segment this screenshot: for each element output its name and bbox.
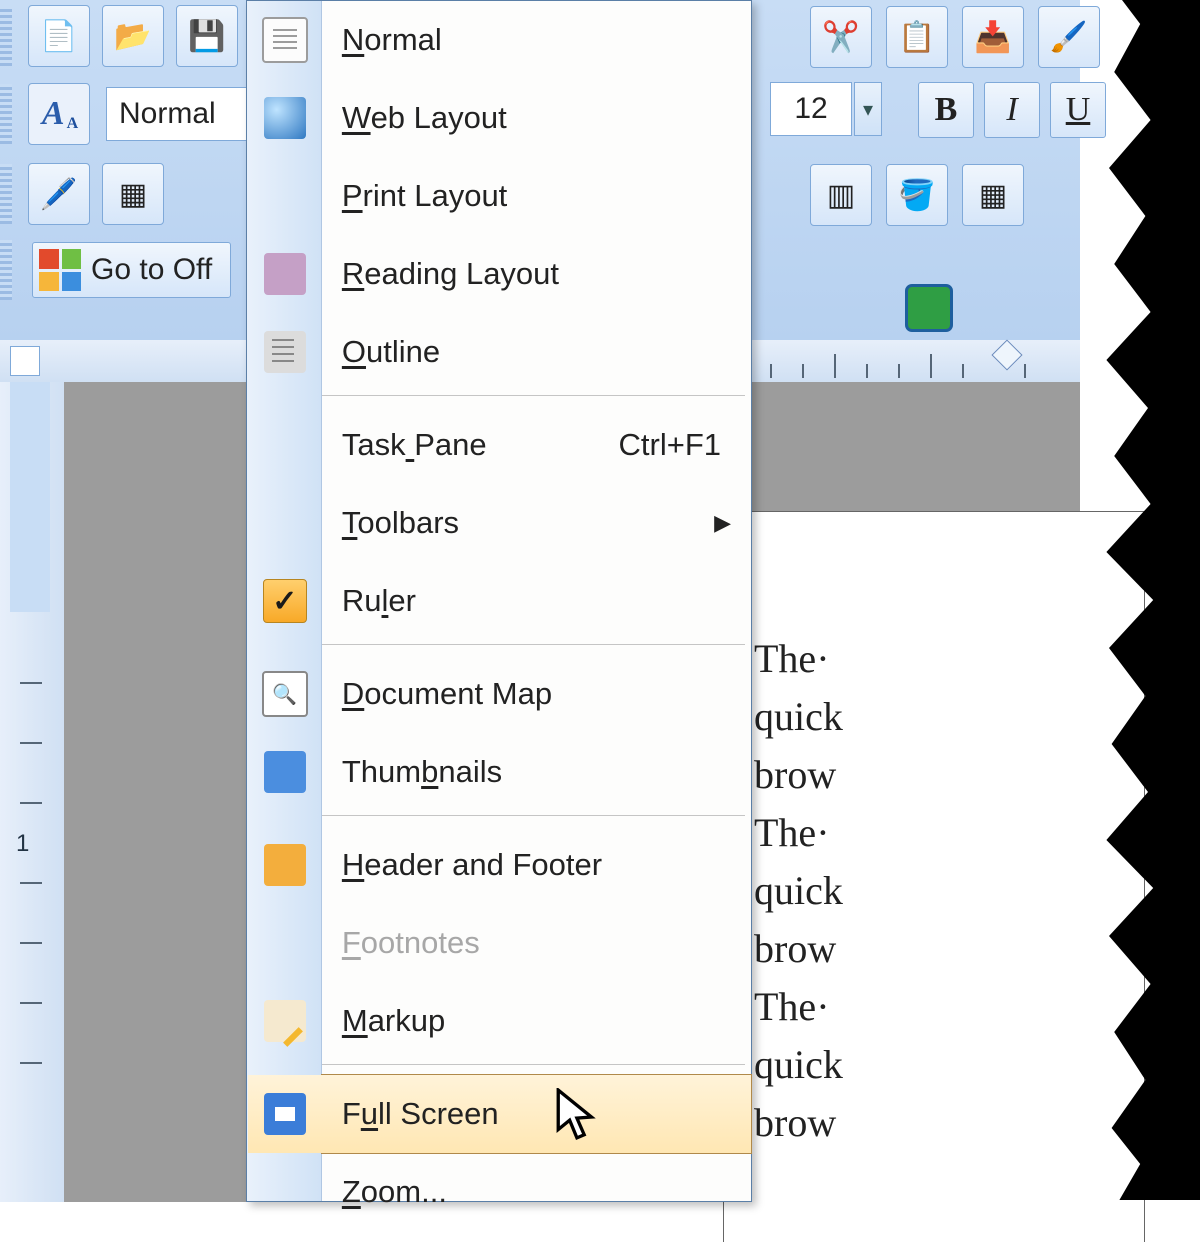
font-size-value: 12 (794, 92, 827, 126)
ruler-marks (760, 340, 1080, 382)
menu-item-label: Thumbnails (342, 754, 502, 790)
table-grid-button[interactable]: ▦ (102, 163, 164, 225)
go-to-office-button[interactable]: Go to Off (32, 242, 231, 298)
submenu-arrow-icon: ▶ (714, 510, 731, 536)
menu-separator (322, 815, 745, 822)
draw-table-button[interactable]: 🖊️ (28, 163, 90, 225)
font-size-combo[interactable]: 12 (770, 82, 852, 136)
menu-item-label: Ruler (342, 583, 416, 619)
copy-button[interactable]: 📋 (886, 6, 948, 68)
table-borders-button[interactable]: ▦ (962, 164, 1024, 226)
menu-item-headerfooter[interactable]: Header and Footer (322, 826, 751, 904)
italic-button[interactable]: I (984, 82, 1040, 138)
view-menu-list: Normal Web Layout Print Layout Reading Layo… (322, 1, 751, 1201)
book-icon (248, 235, 322, 313)
check-icon (248, 562, 322, 640)
vruler-label-1: 1 (16, 830, 29, 858)
indent-marker-icon[interactable] (991, 339, 1022, 370)
menu-shortcut: Ctrl+F1 (619, 427, 722, 463)
view-menu: Normal Web Layout Print Layout Reading Layo… (246, 0, 752, 1202)
blank-icon (248, 484, 322, 562)
menu-item-label: Print Layout (342, 178, 507, 214)
font-size-dropdown-icon[interactable]: ▾ (854, 82, 882, 136)
menu-item-thumbnails[interactable]: Thumbnails (322, 733, 751, 811)
doc-line: brow (754, 1096, 1144, 1150)
globe-icon (248, 79, 322, 157)
doc-line: quick (754, 1038, 1144, 1092)
menu-item-ruler[interactable]: Ruler (322, 562, 751, 640)
menu-item-label: Footnotes (342, 925, 480, 961)
doc-line: quick (754, 864, 1144, 918)
hf-icon (248, 826, 322, 904)
doc-icon (248, 1, 322, 79)
menu-item-label: Zoom... (342, 1174, 447, 1210)
full-icon (248, 1075, 322, 1153)
office-logo-icon (39, 249, 81, 291)
style-name-value: Normal (119, 97, 216, 131)
page-icon (248, 157, 322, 235)
menu-item-taskpane[interactable]: Task Pane Ctrl+F1 (322, 406, 751, 484)
menu-item-fullscreen[interactable]: Full Screen (321, 1074, 752, 1154)
bold-button[interactable]: B (918, 82, 974, 138)
toolbar-grip[interactable] (0, 84, 12, 144)
menu-item-web[interactable]: Web Layout (322, 79, 751, 157)
fill-color-button[interactable]: 🪣 (886, 164, 948, 226)
doc-line: brow (754, 748, 1144, 802)
doc-line: The· (754, 806, 1144, 860)
styles-sub-icon: A (67, 115, 79, 133)
blank-icon (248, 1153, 322, 1231)
insert-spreadsheet-button[interactable]: ▥ (810, 164, 872, 226)
blank-icon (248, 904, 322, 982)
menu-item-toolbars[interactable]: Toolbars ▶ (322, 484, 751, 562)
new-doc-button[interactable]: 📄 (28, 5, 90, 67)
format-painter-button[interactable]: 🖌️ (1038, 6, 1100, 68)
menu-item-label: Task Pane (342, 427, 487, 463)
menu-item-label: Header and Footer (342, 847, 602, 883)
menu-separator (322, 395, 745, 402)
menu-item-label: Document Map (342, 676, 552, 712)
menu-item-markup[interactable]: Markup (322, 982, 751, 1060)
menu-item-label: Toolbars (342, 505, 459, 541)
open-button[interactable]: 📂 (102, 5, 164, 67)
toolbar-grip[interactable] (0, 240, 12, 300)
menu-item-label: Normal (342, 22, 442, 58)
underline-button[interactable]: U (1050, 82, 1106, 138)
doc-line: The· (754, 980, 1144, 1034)
styles-icon: A (42, 95, 65, 133)
styles-button[interactable]: A A (28, 83, 90, 145)
menu-item-label: Markup (342, 1003, 445, 1039)
cut-button[interactable]: ✂️ (810, 6, 872, 68)
menu-item-label: Reading Layout (342, 256, 559, 292)
go-to-office-label: Go to Off (91, 253, 212, 287)
tab-selector[interactable] (10, 346, 40, 376)
blank-icon (248, 406, 322, 484)
menu-item-label: Full Screen (342, 1096, 499, 1132)
doc-line: The· (754, 632, 1144, 686)
mag-icon (248, 655, 322, 733)
menu-item-reading[interactable]: Reading Layout (322, 235, 751, 313)
doc-line: brow (754, 922, 1144, 976)
menu-item-label: Outline (342, 334, 440, 370)
doc-line: quick (754, 690, 1144, 744)
paste-button[interactable]: 📥 (962, 6, 1024, 68)
menu-item-print[interactable]: Print Layout (322, 157, 751, 235)
vertical-ruler[interactable]: 1 (0, 382, 65, 1202)
markup-icon (248, 982, 322, 1060)
document-page[interactable]: The· quick brow The· quick brow The· qui… (724, 512, 1144, 1242)
menu-item-docmap[interactable]: Document Map (322, 655, 751, 733)
menu-item-zoom[interactable]: Zoom... (322, 1153, 751, 1231)
menu-separator (322, 644, 745, 651)
menu-item-normal[interactable]: Normal (322, 1, 751, 79)
menu-item-label: Web Layout (342, 100, 507, 136)
menu-item-footnotes: Footnotes (322, 904, 751, 982)
toolbar-grip[interactable] (0, 164, 12, 224)
outline-icon (248, 313, 322, 391)
thumb-icon (248, 733, 322, 811)
toolbar-grip[interactable] (0, 6, 12, 66)
save-button[interactable]: 💾 (176, 5, 238, 67)
menu-item-outline[interactable]: Outline (322, 313, 751, 391)
menu-separator (322, 1064, 745, 1071)
